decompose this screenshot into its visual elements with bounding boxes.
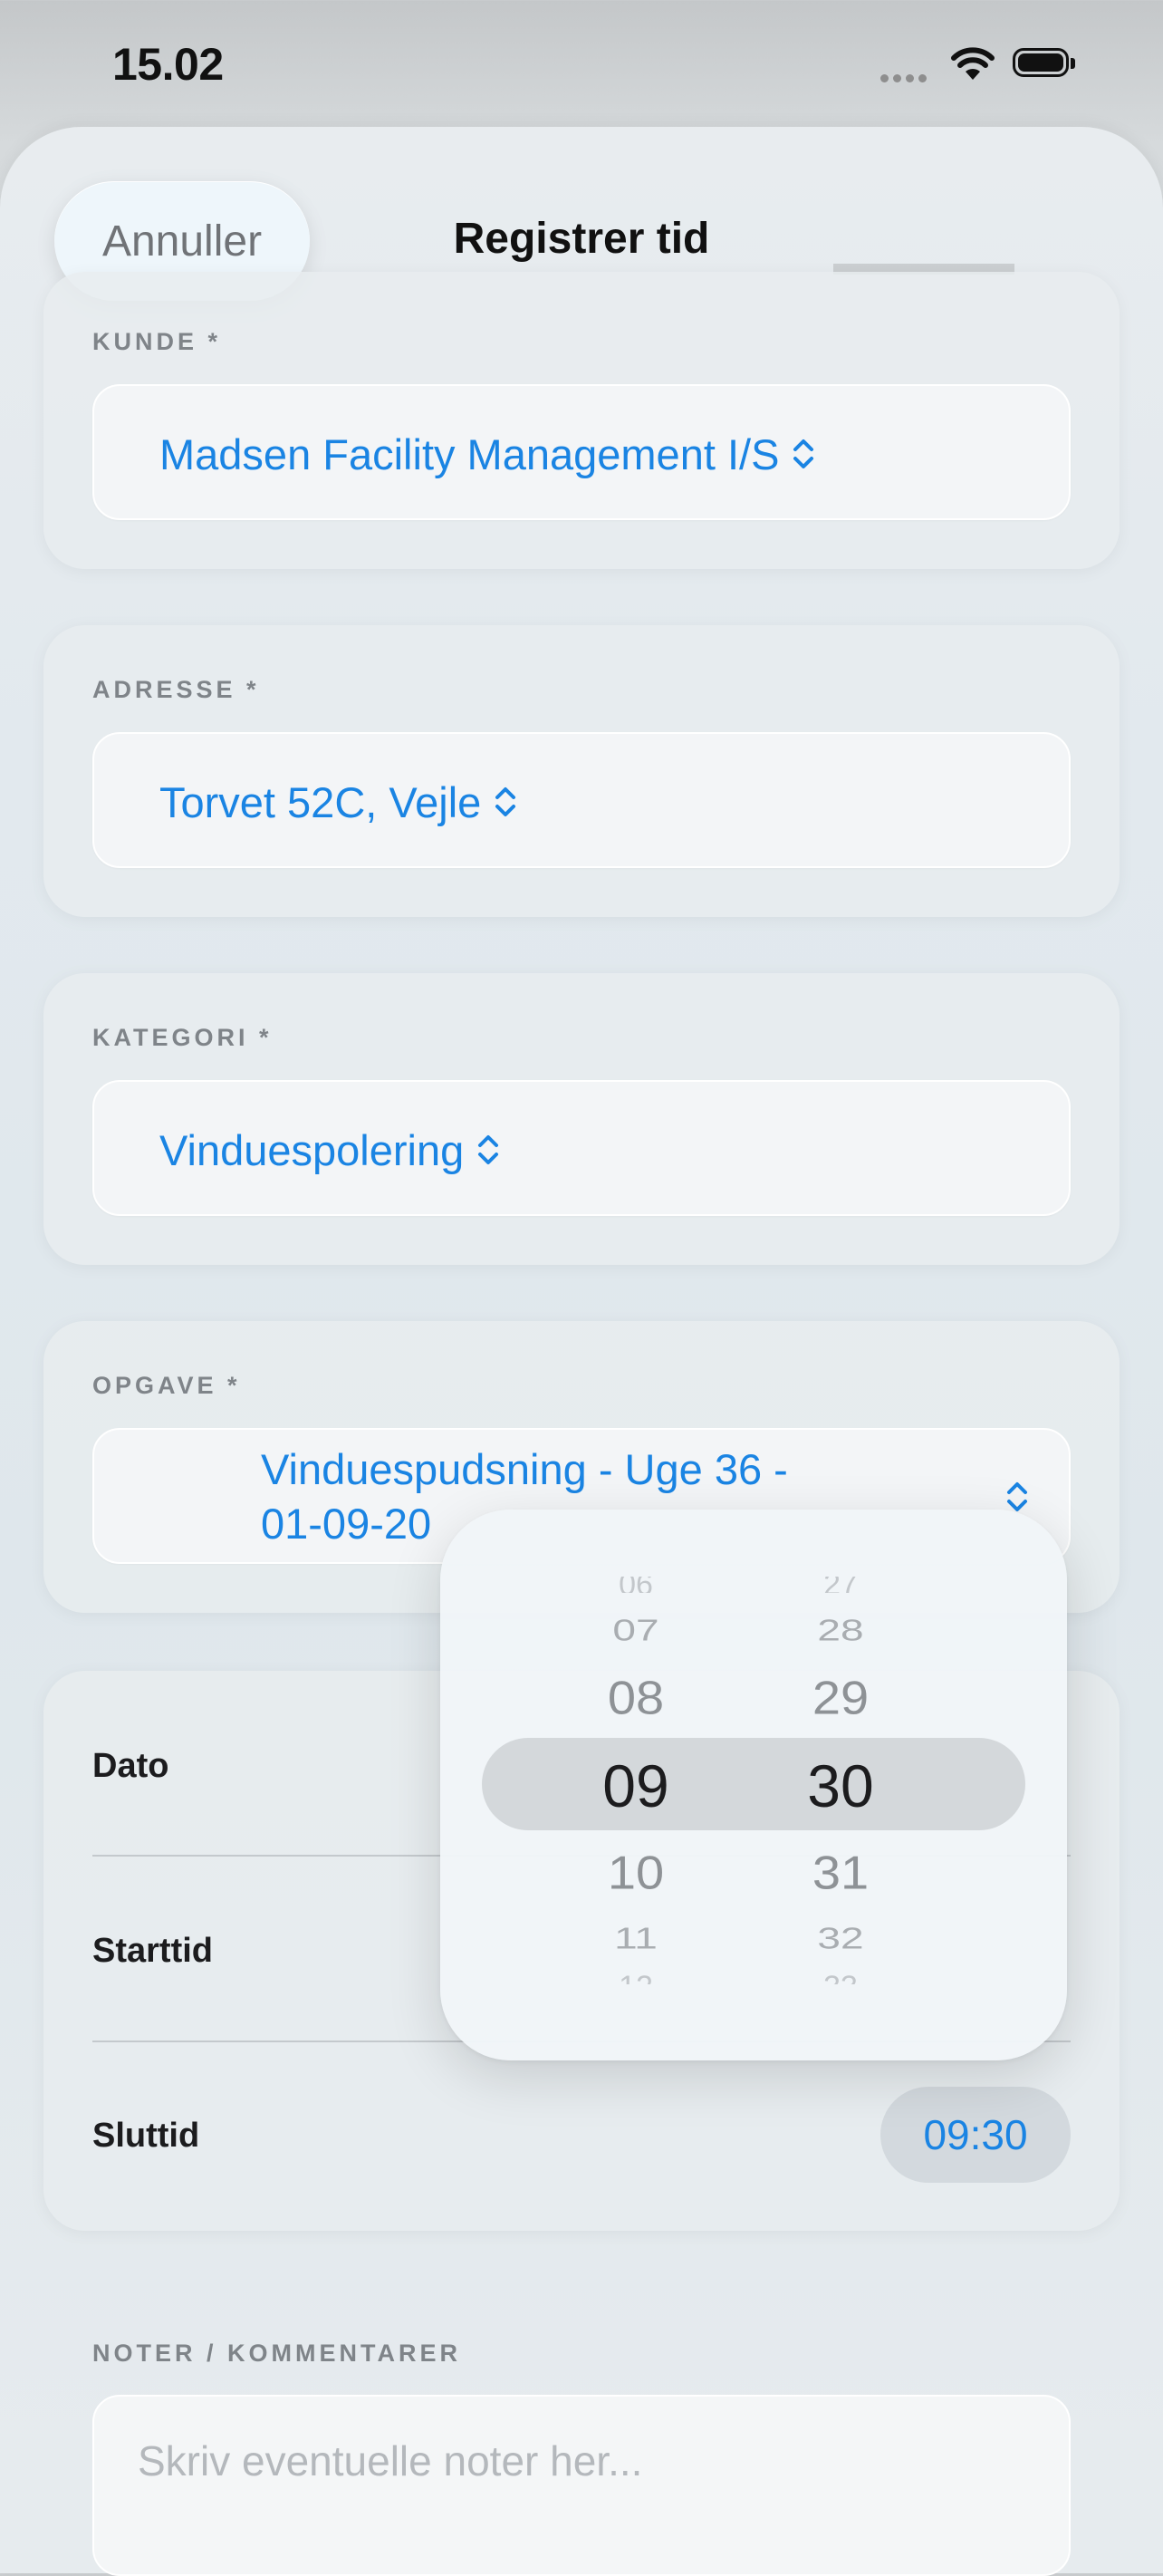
hour-option[interactable]: 08 <box>582 1671 690 1725</box>
kategori-picker[interactable]: Vinduespolering <box>92 1080 1071 1216</box>
hour-option[interactable]: 07 <box>582 1613 690 1648</box>
starttid-label: Starttid <box>92 1932 213 1970</box>
minute-selected[interactable]: 30 <box>786 1751 895 1820</box>
status-time: 15.02 <box>112 39 224 90</box>
sluttid-label: Sluttid <box>92 2117 200 2155</box>
notes-placeholder: Skriv eventuelle noter her... <box>138 2437 643 2484</box>
minute-option[interactable]: 33 <box>786 1972 895 1984</box>
hour-option[interactable]: 12 <box>582 1972 690 1984</box>
kunde-picker[interactable]: Madsen Facility Management I/S <box>92 384 1071 520</box>
chevron-up-down-icon <box>478 1135 499 1164</box>
adresse-label: ADRESSE * <box>92 676 260 703</box>
minute-option[interactable]: 28 <box>786 1613 895 1648</box>
minute-option[interactable]: 32 <box>786 1921 895 1956</box>
opgave-value-line1: Vinduespudsning - Uge 36 - <box>261 1445 788 1493</box>
hour-option[interactable]: 11 <box>582 1921 690 1956</box>
kunde-value: Madsen Facility Management I/S <box>159 429 780 478</box>
hour-option[interactable]: 06 <box>582 1577 690 1593</box>
picker-selection-band <box>482 1738 1025 1830</box>
hour-selected[interactable]: 09 <box>582 1751 690 1820</box>
adresse-value: Torvet 52C, Vejle <box>159 777 482 826</box>
opgave-label: OPGAVE * <box>92 1372 241 1399</box>
status-bar: 15.02 <box>0 0 1163 127</box>
kunde-label: KUNDE * <box>92 328 222 355</box>
chevron-up-down-icon <box>793 439 814 468</box>
minute-option[interactable]: 31 <box>786 1846 895 1900</box>
minute-option[interactable]: 29 <box>786 1671 895 1725</box>
minute-option[interactable]: 27 <box>786 1577 895 1593</box>
kategori-value: Vinduespolering <box>159 1125 465 1174</box>
chevron-up-down-icon <box>1007 1482 1027 1511</box>
wifi-icon <box>951 47 995 80</box>
page-title: Registrer tid <box>453 215 710 263</box>
kategori-label: KATEGORI * <box>92 1024 273 1051</box>
chevron-up-down-icon <box>495 787 516 816</box>
sluttid-button[interactable]: 09:30 <box>880 2087 1071 2183</box>
dato-label: Dato <box>92 1747 169 1785</box>
adresse-picker[interactable]: Torvet 52C, Vejle <box>92 732 1071 868</box>
signal-dots-icon <box>880 71 931 87</box>
hour-option[interactable]: 10 <box>582 1846 690 1900</box>
time-picker-popover: 06 07 08 09 10 11 12 27 28 29 30 31 32 3… <box>440 1510 1067 2060</box>
battery-icon <box>1013 48 1080 81</box>
notes-input[interactable]: Skriv eventuelle noter her... <box>92 2395 1071 2576</box>
notes-label: NOTER / KOMMENTARER <box>92 2340 461 2367</box>
